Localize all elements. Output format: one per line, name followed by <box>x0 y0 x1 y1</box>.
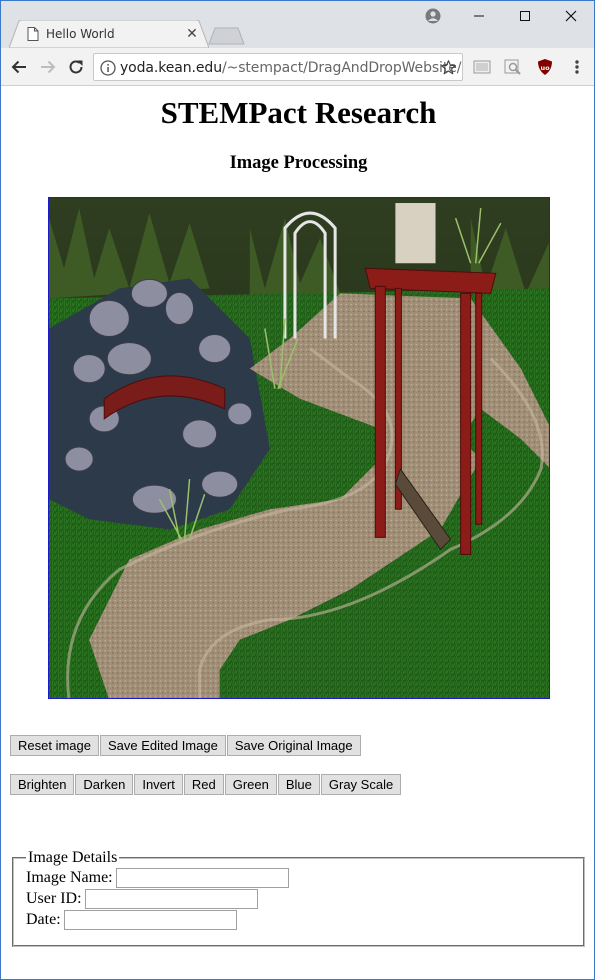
url-host: yoda.kean.edu <box>120 60 222 76</box>
date-row: Date: <box>26 909 571 930</box>
image-name-label: Image Name: <box>26 868 113 886</box>
bookmark-star-icon[interactable] <box>440 59 457 76</box>
green-button[interactable]: Green <box>224 774 277 795</box>
garden-image <box>49 198 549 698</box>
close-icon <box>565 10 577 22</box>
maximize-icon <box>520 11 530 21</box>
reload-icon[interactable] <box>66 57 86 77</box>
info-icon[interactable] <box>100 60 116 76</box>
page-icon <box>27 27 39 41</box>
save-edited-image-button[interactable]: Save Edited Image <box>99 735 226 756</box>
back-arrow-icon[interactable] <box>9 57 29 77</box>
address-bar[interactable]: yoda.kean.edu/~stempact/DragAndDropWebsi… <box>93 53 463 81</box>
user-id-input[interactable] <box>84 888 258 909</box>
page-subtitle: Image Processing <box>229 153 368 173</box>
chrome-menu-icon[interactable] <box>568 58 586 76</box>
page-content: STEMPact Research Image Processing Reset… <box>1 87 594 980</box>
url-path: /~stempact/DragAndDropWebsite/ <box>221 60 462 76</box>
svg-text:uo: uo <box>540 64 550 72</box>
red-button[interactable]: Red <box>183 774 224 795</box>
image-details-fieldset: Image Details Image Name: User ID: Date: <box>12 849 585 947</box>
image-details-legend: Image Details <box>28 849 118 866</box>
reset-image-button[interactable]: Reset image <box>10 735 99 756</box>
gray-scale-button[interactable]: Gray Scale <box>320 774 402 795</box>
extension-search-icon[interactable] <box>504 58 522 76</box>
browser-window: Hello World ✕ yoda.kean.edu/~stempact/Dr… <box>0 0 595 980</box>
date-label: Date: <box>26 910 61 928</box>
maximize-button[interactable] <box>502 1 548 31</box>
tab-strip: Hello World ✕ <box>1 1 594 48</box>
extension-screenshot-icon[interactable] <box>473 58 491 76</box>
tab-title: Hello World <box>46 27 115 41</box>
filter-button-row: Brighten Darken Invert Red Green Blue Gr… <box>10 774 402 795</box>
image-name-input[interactable] <box>115 867 289 888</box>
date-input[interactable] <box>63 909 237 930</box>
profile-icon[interactable] <box>425 8 441 24</box>
user-id-label: User ID: <box>26 889 82 907</box>
new-tab-button[interactable] <box>208 27 246 45</box>
tab-close-icon[interactable]: ✕ <box>184 25 200 41</box>
image-canvas[interactable] <box>48 197 550 699</box>
action-button-row: Reset image Save Edited Image Save Origi… <box>10 735 362 756</box>
close-window-button[interactable] <box>548 1 594 31</box>
minimize-icon <box>474 15 484 17</box>
forward-arrow-icon[interactable] <box>38 57 58 77</box>
user-id-row: User ID: <box>26 888 571 909</box>
save-original-image-button[interactable]: Save Original Image <box>226 735 361 756</box>
minimize-button[interactable] <box>456 1 502 31</box>
blue-button[interactable]: Blue <box>277 774 320 795</box>
page-title: STEMPact Research <box>160 95 437 130</box>
darken-button[interactable]: Darken <box>75 774 134 795</box>
invert-button[interactable]: Invert <box>134 774 183 795</box>
ublock-shield-icon[interactable]: uo <box>536 58 554 76</box>
image-name-row: Image Name: <box>26 867 571 888</box>
browser-tab[interactable]: Hello World ✕ <box>9 20 209 48</box>
url-text: yoda.kean.edu/~stempact/DragAndDropWebsi… <box>120 60 461 76</box>
brighten-button[interactable]: Brighten <box>10 774 75 795</box>
